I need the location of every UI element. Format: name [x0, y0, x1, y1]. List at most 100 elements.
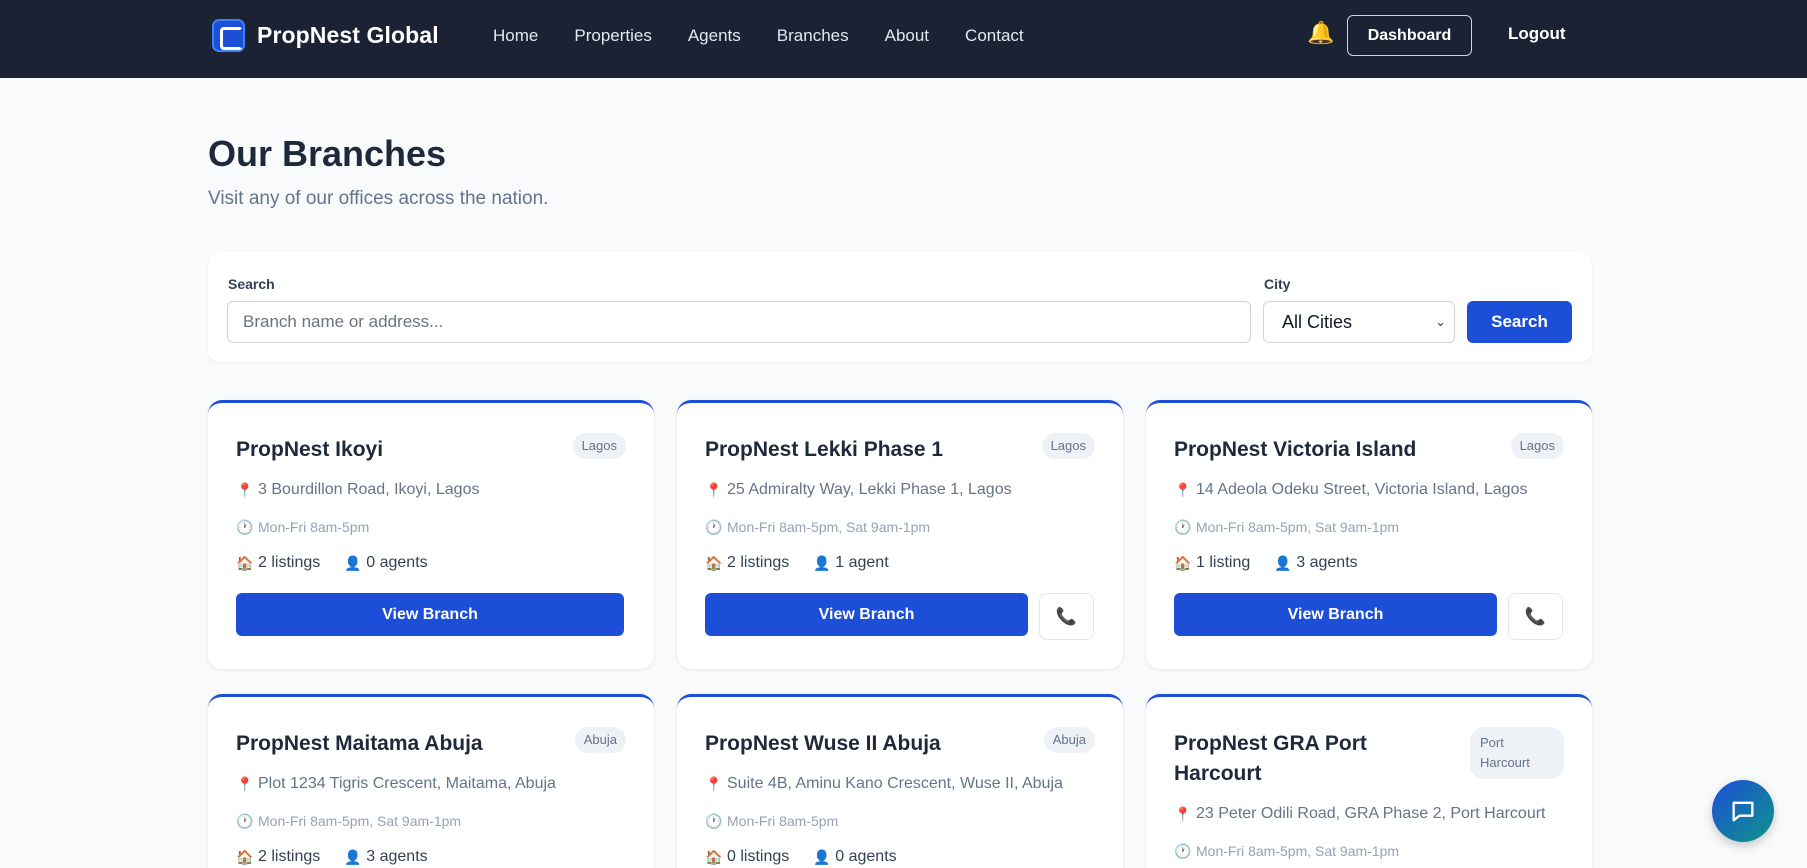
nav-link-branches[interactable]: Branches — [777, 26, 849, 46]
agents-count: 1 agent — [835, 554, 889, 571]
hours-text: Mon-Fri 8am-5pm, Sat 9am-1pm — [1196, 843, 1400, 859]
clock-icon: 🕐 — [1174, 519, 1192, 535]
clock-icon: 🕐 — [705, 813, 723, 829]
chat-button[interactable] — [1712, 780, 1774, 842]
branch-hours: 🕐 Mon-Fri 8am-5pm — [705, 813, 838, 829]
hours-text: Mon-Fri 8am-5pm, Sat 9am-1pm — [1196, 519, 1400, 535]
nav-link-agents[interactable]: Agents — [688, 26, 741, 46]
chevron-down-icon: ⌄ — [1435, 314, 1446, 329]
map-pin-icon: 📍 — [1174, 806, 1192, 822]
nav-link-properties[interactable]: Properties — [574, 26, 651, 46]
branch-address: 📍 25 Admiralty Way, Lekki Phase 1, Lagos — [705, 481, 1012, 499]
branch-address: 📍 23 Peter Odili Road, GRA Phase 2, Port … — [1174, 805, 1546, 823]
call-branch-button[interactable]: 📞 — [1508, 593, 1563, 640]
address-text: Plot 1234 Tigris Crescent, Maitama, Abuj… — [258, 775, 556, 792]
branch-address: 📍 Plot 1234 Tigris Crescent, Maitama, Abu… — [236, 775, 556, 793]
listings-count: 1 listing — [1196, 554, 1251, 571]
person-icon: 👤 — [813, 849, 831, 865]
city-badge: Port Harcourt — [1470, 727, 1564, 779]
city-select-value: All Cities — [1282, 311, 1353, 332]
search-button[interactable]: Search — [1467, 301, 1572, 343]
view-branch-button[interactable]: View Branch — [236, 593, 624, 636]
branch-name: PropNest Ikoyi — [236, 438, 384, 461]
branch-card: PropNest Lekki Phase 1 Lagos 📍 25 Admiral… — [677, 400, 1123, 669]
branch-stats: 🏠 2 listings 👤 0 agents — [236, 554, 428, 572]
person-icon: 👤 — [813, 555, 831, 571]
branch-stats: 🏠 2 listings 👤 1 agent — [705, 554, 889, 572]
branch-stats: 🏠 2 listings 👤 3 agents — [236, 848, 428, 866]
brand-name: PropNest Global — [257, 22, 439, 48]
house-icon: 🏠 — [1174, 555, 1192, 571]
listings-count: 2 listings — [258, 848, 321, 865]
listings-count: 2 listings — [727, 554, 790, 571]
clock-icon: 🕐 — [236, 519, 254, 535]
city-badge: Lagos — [572, 433, 626, 459]
branch-address: 📍 Suite 4B, Aminu Kano Crescent, Wuse II,… — [705, 775, 1063, 793]
logout-link[interactable]: Logout — [1508, 24, 1566, 44]
agents-count: 3 agents — [1296, 554, 1358, 571]
branch-card: PropNest Maitama Abuja Abuja 📍 Plot 1234 … — [208, 694, 654, 868]
branch-card: PropNest GRA Port Harcourt Port Harcourt… — [1146, 694, 1592, 868]
house-icon: 🏠 — [705, 849, 723, 865]
branch-hours: 🕐 Mon-Fri 8am-5pm, Sat 9am-1pm — [1174, 843, 1399, 859]
nav-link-contact[interactable]: Contact — [965, 26, 1024, 46]
page-subtitle: Visit any of our offices across the nati… — [208, 188, 549, 209]
branch-address: 📍 14 Adeola Odeku Street, Victoria Island… — [1174, 481, 1527, 499]
branch-card: PropNest Wuse II Abuja Abuja 📍 Suite 4B, … — [677, 694, 1123, 868]
city-select[interactable]: All Cities ⌄ — [1263, 301, 1455, 343]
hours-text: Mon-Fri 8am-5pm, Sat 9am-1pm — [258, 813, 462, 829]
view-branch-button[interactable]: View Branch — [705, 593, 1028, 636]
search-label: Search — [228, 276, 275, 292]
logo-icon — [212, 19, 245, 52]
listings-count: 0 listings — [727, 848, 790, 865]
nav-link-home[interactable]: Home — [493, 26, 538, 46]
map-pin-icon: 📍 — [236, 776, 254, 792]
page-title: Our Branches — [208, 133, 447, 174]
map-pin-icon: 📍 — [236, 482, 254, 498]
branch-name: PropNest GRA Port Harcourt — [1174, 732, 1367, 785]
filter-card: Search City All Cities ⌄ Search — [208, 252, 1592, 362]
address-text: 25 Admiralty Way, Lekki Phase 1, Lagos — [727, 481, 1012, 498]
person-icon: 👤 — [344, 555, 362, 571]
nav-link-about[interactable]: About — [885, 26, 929, 46]
address-text: 14 Adeola Odeku Street, Victoria Island,… — [1196, 481, 1528, 498]
hours-text: Mon-Fri 8am-5pm — [258, 519, 370, 535]
agents-count: 0 agents — [366, 554, 428, 571]
search-input[interactable] — [227, 301, 1251, 343]
city-badge: Lagos — [1041, 433, 1095, 459]
phone-icon: 📞 — [1055, 606, 1078, 626]
branch-name: PropNest Wuse II Abuja — [705, 732, 941, 755]
branch-card: PropNest Ikoyi Lagos 📍 3 Bourdillon Road,… — [208, 400, 654, 669]
chat-icon — [1732, 801, 1754, 822]
clock-icon: 🕐 — [236, 813, 254, 829]
address-text: 3 Bourdillon Road, Ikoyi, Lagos — [258, 481, 480, 498]
branch-address: 📍 3 Bourdillon Road, Ikoyi, Lagos — [236, 481, 479, 499]
address-text: 23 Peter Odili Road, GRA Phase 2, Port H… — [1196, 805, 1546, 822]
bell-icon[interactable]: 🔔 — [1307, 22, 1334, 44]
nav-links: Home Properties Agents Branches About Co… — [493, 26, 1024, 46]
dashboard-button[interactable]: Dashboard — [1347, 15, 1472, 56]
branch-hours: 🕐 Mon-Fri 8am-5pm, Sat 9am-1pm — [705, 519, 930, 535]
clock-icon: 🕐 — [705, 519, 723, 535]
city-badge: Lagos — [1510, 433, 1564, 459]
call-branch-button[interactable]: 📞 — [1039, 593, 1094, 640]
house-icon: 🏠 — [705, 555, 723, 571]
map-pin-icon: 📍 — [705, 482, 723, 498]
address-text: Suite 4B, Aminu Kano Crescent, Wuse II, … — [727, 775, 1063, 792]
branch-name: PropNest Maitama Abuja — [236, 732, 483, 755]
house-icon: 🏠 — [236, 555, 254, 571]
branch-stats: 🏠 0 listings 👤 0 agents — [705, 848, 897, 866]
hours-text: Mon-Fri 8am-5pm, Sat 9am-1pm — [727, 519, 931, 535]
brand[interactable]: PropNest Global — [212, 19, 439, 52]
branch-name: PropNest Lekki Phase 1 — [705, 438, 944, 461]
branch-name: PropNest Victoria Island — [1174, 438, 1417, 461]
view-branch-button[interactable]: View Branch — [1174, 593, 1497, 636]
clock-icon: 🕐 — [1174, 843, 1192, 859]
branch-hours: 🕐 Mon-Fri 8am-5pm — [236, 519, 369, 535]
top-navbar: PropNest Global Home Properties Agents B… — [0, 0, 1807, 78]
map-pin-icon: 📍 — [705, 776, 723, 792]
house-icon: 🏠 — [236, 849, 254, 865]
city-badge: Abuja — [1043, 727, 1095, 753]
branch-card: PropNest Victoria Island Lagos 📍 14 Adeol… — [1146, 400, 1592, 669]
branch-hours: 🕐 Mon-Fri 8am-5pm, Sat 9am-1pm — [1174, 519, 1399, 535]
